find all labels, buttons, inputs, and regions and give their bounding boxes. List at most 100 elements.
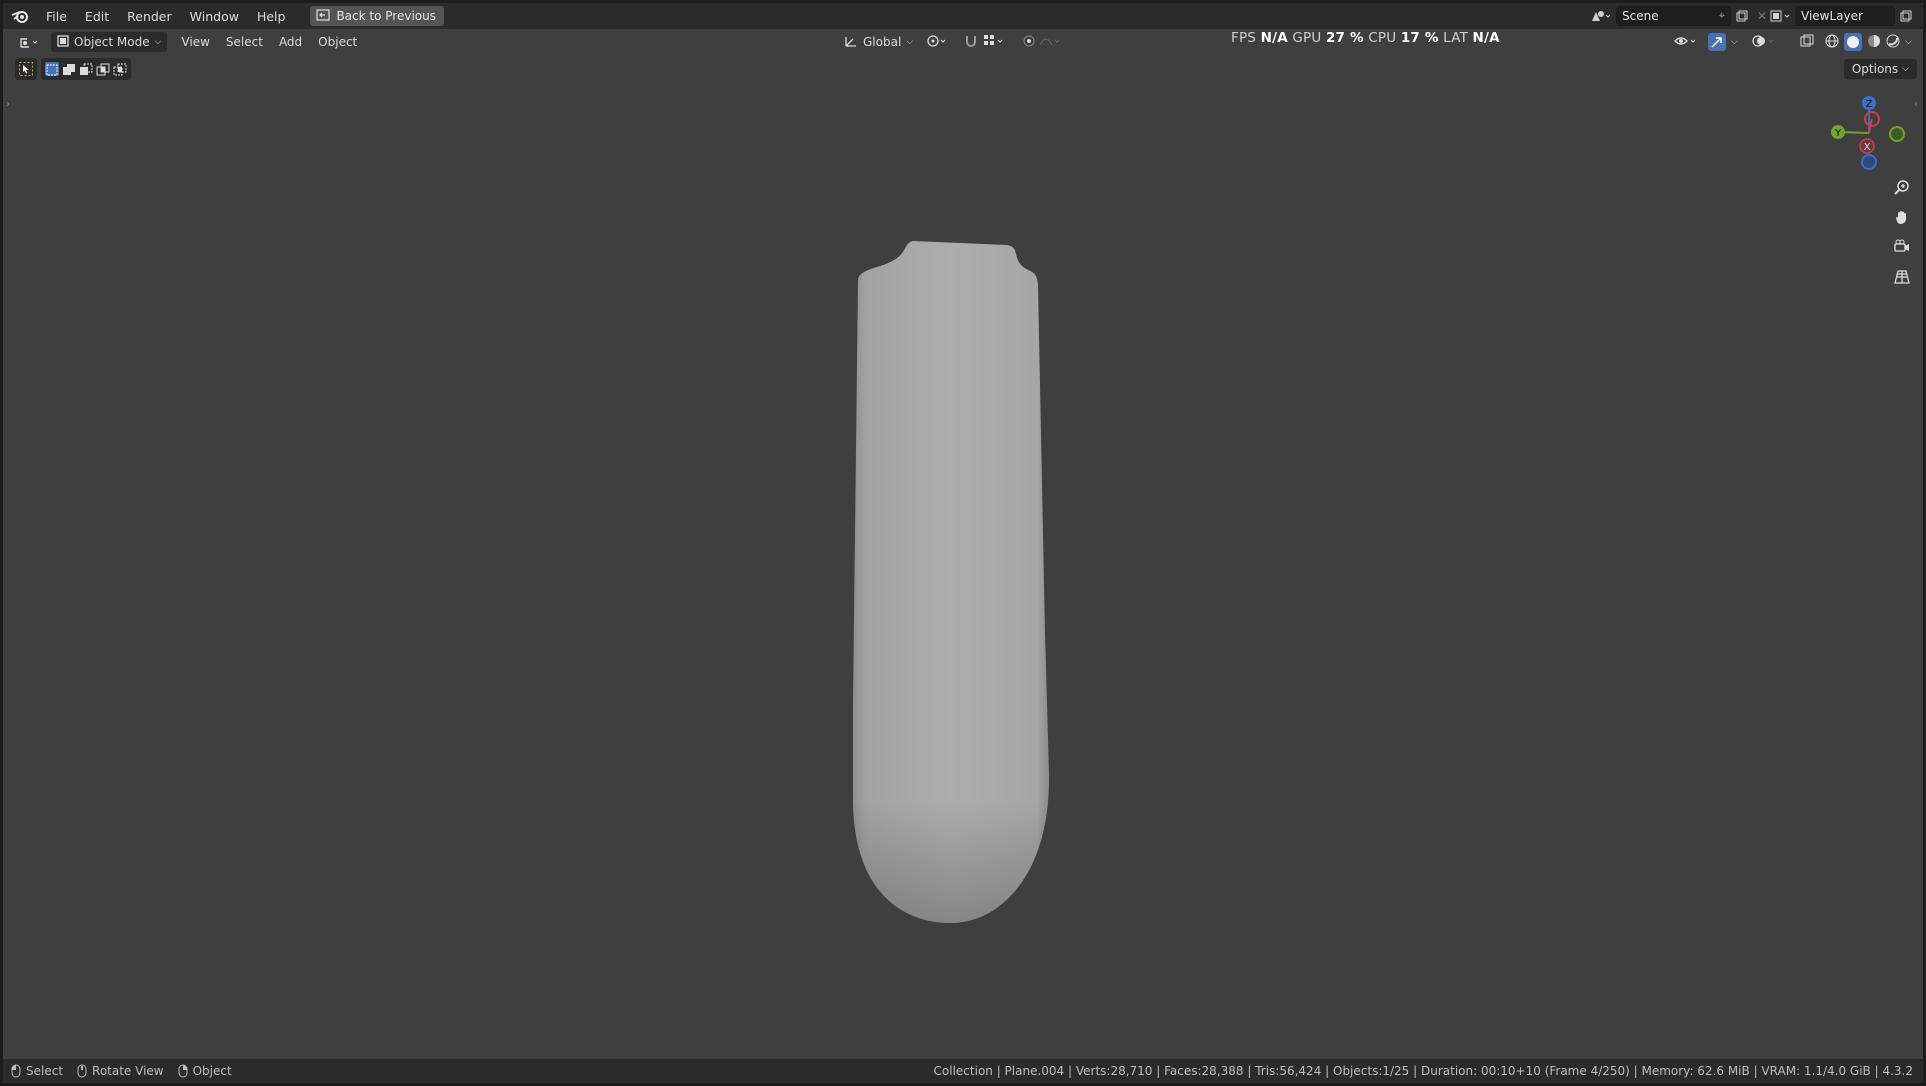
cursor-select-icon: [19, 62, 33, 76]
performance-overlay: FPS N/A GPU 27 % CPU 17 % LAT N/A: [1231, 30, 1500, 46]
xray-icon: [1800, 34, 1814, 51]
material-shading-icon[interactable]: [1867, 34, 1881, 51]
wireframe-shading-icon[interactable]: [1825, 34, 1839, 51]
navigation-gizmo[interactable]: Z Y X: [1821, 95, 1911, 171]
overlay-icon: [1752, 34, 1778, 51]
chevron-down-icon: ⌵: [1902, 64, 1909, 74]
menu-view[interactable]: View: [173, 35, 217, 49]
gpu-value: 27 %: [1325, 30, 1364, 46]
y-neg-axis-handle[interactable]: [1889, 126, 1905, 142]
cpu-label: CPU: [1368, 30, 1397, 46]
orientation-label: Global: [863, 35, 902, 49]
object-mode-dropdown[interactable]: Object Mode ⌵: [51, 32, 168, 52]
menu-object[interactable]: Object: [310, 35, 365, 49]
status-rotate-hint: Rotate View: [77, 1064, 164, 1078]
tool-row: [15, 58, 131, 80]
pin-icon[interactable]: ⌖: [1719, 9, 1725, 23]
scene-name-field[interactable]: Scene ⌖: [1616, 6, 1731, 26]
z-neg-axis-handle[interactable]: [1861, 154, 1877, 170]
orientation-icon: [844, 34, 858, 51]
view-layer-browse-icon[interactable]: [1765, 6, 1795, 26]
transform-orientation-dropdown[interactable]: Global ⌵: [838, 32, 919, 52]
scene-browse-icon[interactable]: [1586, 6, 1616, 26]
xray-toggle[interactable]: [1794, 32, 1820, 52]
shading-modes[interactable]: ⌵: [1819, 32, 1918, 52]
pan-view-button[interactable]: [1889, 204, 1915, 230]
menu-select[interactable]: Select: [218, 35, 271, 49]
top-menubar: File Edit Render Window Help Back to Pre…: [3, 3, 1923, 29]
menu-window[interactable]: Window: [181, 3, 248, 29]
mesh-object-plane[interactable]: [823, 233, 1083, 933]
blender-window: File Edit Render Window Help Back to Pre…: [3, 3, 1923, 1083]
zoom-view-button[interactable]: [1889, 174, 1915, 200]
camera-view-button[interactable]: [1889, 234, 1915, 260]
pivot-point-dropdown[interactable]: [920, 32, 956, 52]
select-extend-icon[interactable]: [62, 62, 76, 76]
editor-type-button[interactable]: [13, 32, 47, 52]
hand-icon: [1896, 211, 1906, 225]
back-to-previous-button[interactable]: Back to Previous: [310, 6, 444, 26]
fps-value: N/A: [1260, 30, 1288, 46]
new-view-layer-icon[interactable]: [1895, 6, 1917, 26]
mouse-right-icon: [178, 1064, 188, 1078]
blender-logo-icon[interactable]: [3, 3, 37, 29]
select-invert-icon[interactable]: [96, 62, 110, 76]
select-tool-button[interactable]: [15, 58, 37, 80]
visibility-dropdown[interactable]: [1668, 32, 1706, 52]
x-axis-label: X: [1864, 142, 1871, 153]
chevron-down-icon: ⌵: [1905, 37, 1912, 47]
chevron-down-icon: ⌵: [1731, 37, 1738, 47]
select-hint-label: Select: [26, 1064, 64, 1078]
options-label: Options: [1851, 62, 1899, 76]
snap-toggle[interactable]: [958, 32, 1011, 52]
select-intersect-icon[interactable]: [113, 62, 127, 76]
magnet-icon: [964, 34, 978, 51]
gizmo-toggle[interactable]: ⌵: [1702, 32, 1744, 52]
view-layer-selector: ViewLayer ✕: [1765, 6, 1923, 26]
toolbar-expand-arrow-icon[interactable]: ›: [6, 99, 10, 110]
rendered-shading-icon[interactable]: [1886, 34, 1900, 51]
view-layer-name: ViewLayer: [1801, 9, 1863, 23]
menu-file[interactable]: File: [37, 3, 76, 29]
selection-mode-group: [41, 58, 131, 80]
select-new-icon[interactable]: [45, 62, 59, 76]
zoom-icon: [1894, 180, 1909, 195]
status-select-hint: Select: [11, 1064, 63, 1078]
status-bar: Select Rotate View Object Collection | P…: [3, 1059, 1923, 1083]
menu-edit[interactable]: Edit: [76, 3, 118, 29]
scene-statistics: Collection | Plane.004 | Verts:28,710 | …: [933, 1064, 1913, 1078]
scene-name: Scene: [1622, 9, 1659, 23]
new-scene-icon[interactable]: [1731, 6, 1753, 26]
object-hint-label: Object: [192, 1064, 232, 1078]
rotate-hint-label: Rotate View: [92, 1064, 164, 1078]
proportional-editing-toggle[interactable]: [1016, 32, 1068, 52]
object-mode-label: Object Mode: [74, 35, 150, 49]
back-icon: [316, 8, 331, 24]
chevron-down-icon: ⌵: [154, 37, 162, 47]
overlays-toggle[interactable]: [1746, 32, 1784, 52]
gpu-label: GPU: [1292, 30, 1322, 46]
sidebar-expand-arrow-icon[interactable]: ‹: [1914, 99, 1918, 110]
object-mode-icon: [57, 34, 69, 50]
options-dropdown[interactable]: Options ⌵: [1843, 59, 1917, 79]
proportional-edit-icon: [1022, 34, 1062, 51]
view-layer-name-field[interactable]: ViewLayer: [1795, 6, 1895, 26]
delete-view-layer-icon[interactable]: ✕: [1917, 6, 1923, 26]
projection-toggle-button[interactable]: [1889, 264, 1915, 290]
cpu-value: 17 %: [1400, 30, 1439, 46]
select-subtract-icon[interactable]: [79, 62, 93, 76]
menu-help[interactable]: Help: [248, 3, 295, 29]
y-axis-label: Y: [1834, 128, 1842, 139]
menu-add[interactable]: Add: [271, 35, 310, 49]
chevron-down-icon: ⌵: [906, 37, 914, 47]
gizmo-icon: [1708, 33, 1726, 51]
camera-icon: [1894, 239, 1909, 252]
solid-shading-icon[interactable]: [1844, 33, 1862, 51]
menu-render[interactable]: Render: [118, 3, 181, 29]
snap-grid-icon: [983, 34, 1005, 51]
editor-type-icon: [20, 38, 38, 48]
scene-selector: Scene ⌖ ✕: [1586, 6, 1771, 26]
lat-value: N/A: [1472, 30, 1500, 46]
z-axis-label: Z: [1866, 99, 1873, 110]
viewport-header: Object Mode ⌵ View Select Add Object Glo…: [3, 29, 1923, 55]
